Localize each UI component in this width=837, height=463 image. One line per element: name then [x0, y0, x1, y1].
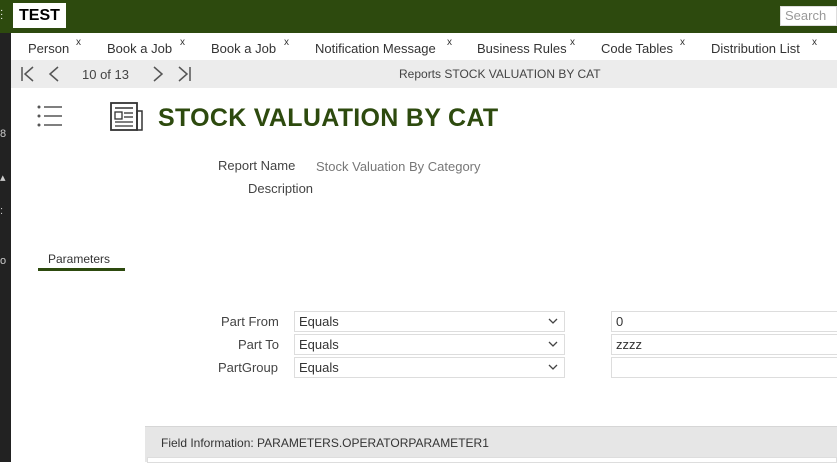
field-information-panel: Field Information: PARAMETERS.OPERATORPA…: [145, 426, 837, 463]
chevron-down-icon: [548, 364, 558, 370]
value-input-partgroup[interactable]: [611, 357, 837, 378]
tab-distribution-list[interactable]: Distribution List x: [711, 37, 817, 56]
tab-close-icon[interactable]: x: [570, 37, 575, 48]
tab-code-tables[interactable]: Code Tables x: [601, 37, 685, 56]
side-icon-1[interactable]: 8: [0, 128, 6, 140]
first-record-icon[interactable]: [20, 65, 36, 83]
previous-record-icon[interactable]: [46, 65, 62, 83]
tab-close-icon[interactable]: x: [284, 37, 289, 48]
next-record-icon[interactable]: [150, 65, 166, 83]
param-label-part-from: Part From: [221, 314, 279, 329]
breadcrumb: Reports STOCK VALUATION BY CAT: [399, 67, 601, 81]
tab-label: Notification Message: [315, 41, 436, 56]
record-counter: 10 of 13: [82, 67, 129, 82]
tab-book-a-job-1[interactable]: Book a Job x: [107, 37, 185, 56]
tab-notification-message[interactable]: Notification Message x: [315, 37, 452, 56]
chevron-down-icon: [548, 341, 558, 347]
value-input-part-from[interactable]: 0: [611, 311, 837, 332]
description-label: Description: [248, 181, 314, 196]
operator-value: Equals: [299, 337, 339, 352]
tab-close-icon[interactable]: x: [180, 37, 185, 48]
last-record-icon[interactable]: [176, 65, 192, 83]
operator-select-part-to[interactable]: Equals: [294, 334, 565, 355]
page-title: STOCK VALUATION BY CAT: [158, 104, 499, 132]
side-icon-4[interactable]: o: [0, 255, 6, 267]
tab-close-icon[interactable]: x: [680, 37, 685, 48]
value-input-part-to[interactable]: zzzz: [611, 334, 837, 355]
active-tab-indicator: [38, 268, 125, 271]
chevron-down-icon: [548, 318, 558, 324]
search-input[interactable]: Search: [780, 6, 837, 26]
tab-label: Distribution List: [711, 41, 800, 56]
tab-label: Code Tables: [601, 41, 674, 56]
tab-label: Business Rules: [477, 41, 567, 56]
side-strip: 8 ▴ : o: [0, 33, 11, 462]
tab-label: Person: [28, 41, 70, 56]
record-navigator: 10 of 13 Reports STOCK VALUATION BY CAT: [11, 60, 837, 88]
tab-book-a-job-2[interactable]: Book a Job x: [211, 37, 289, 56]
document-tabs: Person x Book a Job x Book a Job x Notifica…: [11, 33, 837, 60]
drawer-handle-icon[interactable]: · · ·: [0, 6, 3, 24]
param-label-part-to: Part To: [238, 337, 279, 352]
tab-close-icon[interactable]: x: [812, 37, 817, 48]
param-label-partgroup: PartGroup: [218, 360, 278, 375]
tab-close-icon[interactable]: x: [76, 37, 81, 48]
report-document-icon: [110, 102, 143, 131]
tab-label: Book a Job: [211, 41, 277, 56]
tab-label: Book a Job: [107, 41, 173, 56]
app-title: TEST: [13, 3, 66, 28]
tab-person[interactable]: Person x: [28, 37, 81, 56]
top-bar: · · · TEST Search: [0, 0, 837, 33]
side-icon-3[interactable]: :: [0, 205, 3, 217]
report-name-value: Stock Valuation By Category: [316, 159, 481, 174]
tab-parameters[interactable]: Parameters: [48, 252, 110, 266]
tab-business-rules[interactable]: Business Rules x: [477, 37, 575, 56]
operator-value: Equals: [299, 360, 339, 375]
list-menu-icon[interactable]: [37, 104, 63, 128]
operator-select-part-from[interactable]: Equals: [294, 311, 565, 332]
field-information-title: Field Information: PARAMETERS.OPERATORPA…: [161, 436, 489, 450]
report-name-label: Report Name: [218, 158, 296, 173]
operator-value: Equals: [299, 314, 339, 329]
field-information-body: [147, 457, 837, 463]
tab-close-icon[interactable]: x: [447, 37, 452, 48]
side-icon-2[interactable]: ▴: [0, 171, 6, 184]
operator-select-partgroup[interactable]: Equals: [294, 357, 565, 378]
